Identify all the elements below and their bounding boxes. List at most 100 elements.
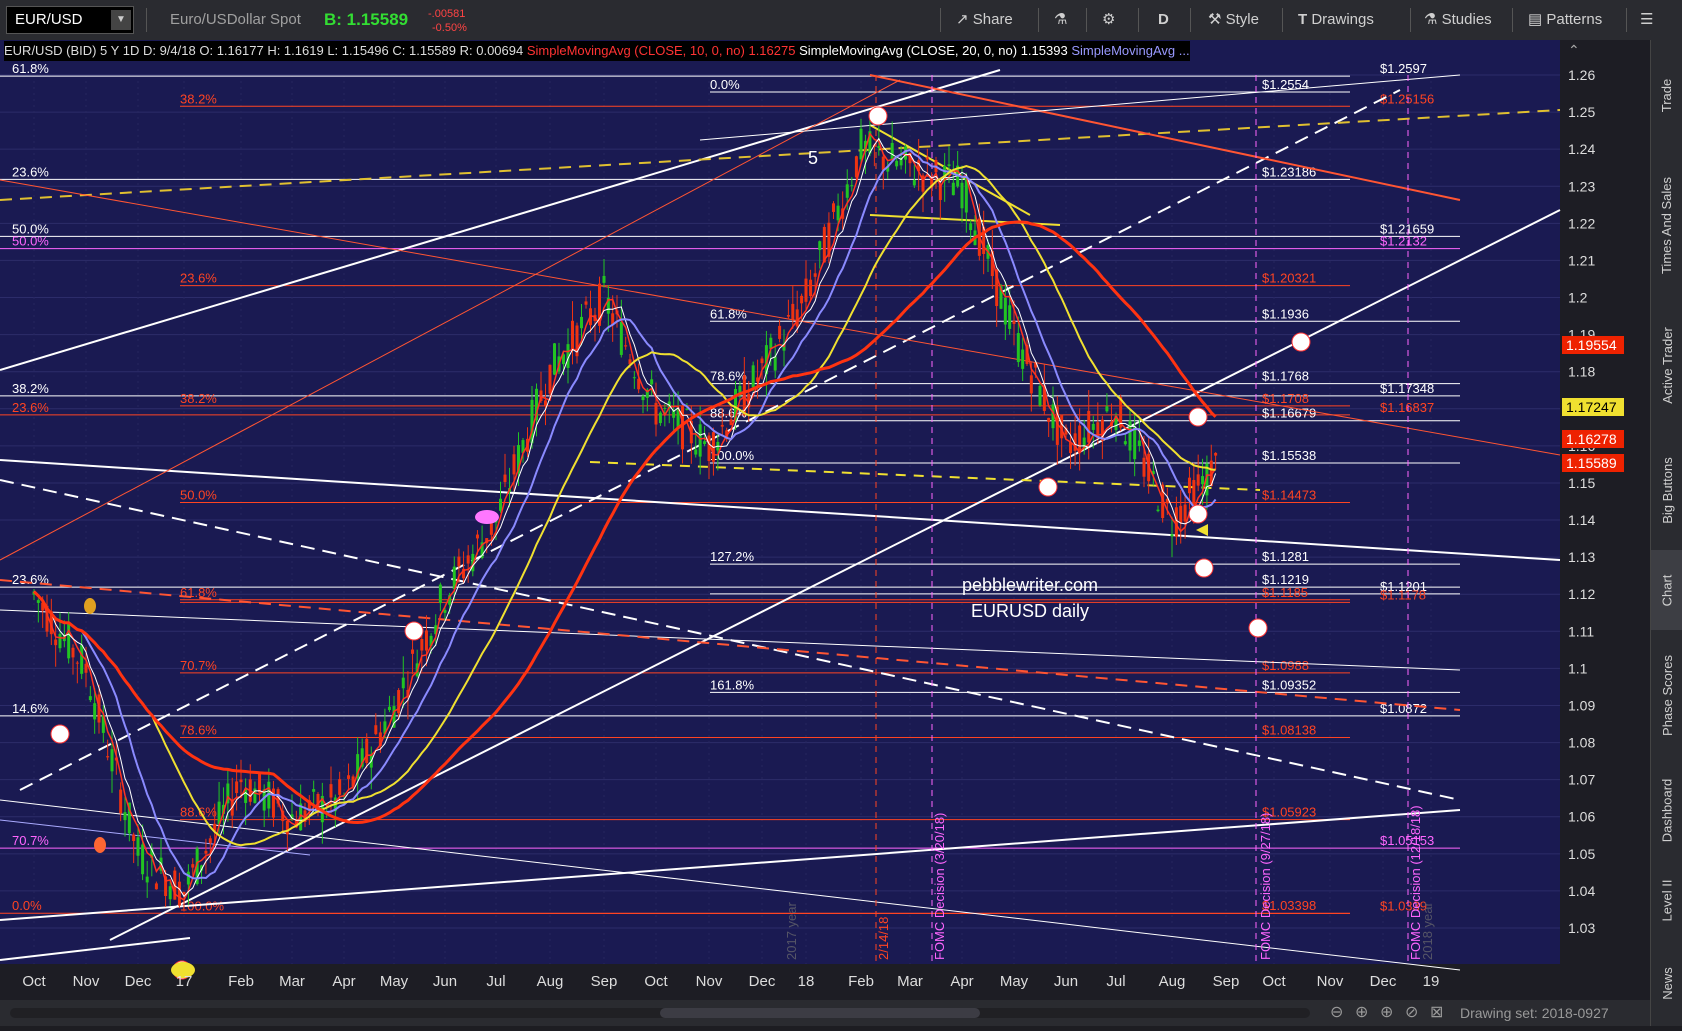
price-tag-label: 1.19554 — [1566, 337, 1617, 353]
share-icon: ↗ — [956, 11, 969, 28]
chart-area[interactable]: 61.8% $1.2597 0.0% $1.2554 38.2% $1.25156 23.6… — [0, 40, 1650, 1026]
candle-body — [387, 706, 391, 711]
pivot-marker — [868, 106, 888, 126]
candle-body — [1105, 406, 1109, 412]
candle-body — [786, 315, 790, 317]
candle-body — [681, 406, 684, 450]
period-button[interactable]: D — [1158, 0, 1169, 40]
tab-active-trader[interactable]: Active Trader — [1651, 300, 1682, 430]
price-tick-label: 1.25 — [1568, 104, 1595, 120]
candle-body — [818, 241, 822, 251]
level-fib-label: 23.6% — [12, 400, 49, 415]
candle-body — [703, 441, 707, 445]
tab-times-and-sales[interactable]: Times And Sales — [1651, 150, 1682, 300]
tab-chart[interactable]: Chart — [1651, 550, 1682, 630]
price-tick-label: 1.09 — [1568, 697, 1595, 713]
candle-body — [654, 402, 658, 425]
drawing-set-label[interactable]: Drawing set: 2018-0927 — [1460, 1005, 1609, 1021]
price-chart[interactable]: 61.8% $1.25970.0% $1.255438.2% $1.2515623.6… — [0, 40, 1650, 1026]
level-fib-label: 61.8% — [180, 585, 217, 600]
price-tick-label: 1.04 — [1568, 883, 1595, 899]
tab-times-and-sales-label: Times And Sales — [1659, 176, 1675, 274]
pivot-marker — [1188, 504, 1208, 524]
candle-body — [1016, 333, 1020, 363]
candle-body — [475, 534, 479, 539]
tab-big-buttons[interactable]: Big Buttons — [1651, 430, 1682, 550]
candle-body — [1156, 509, 1160, 512]
horizontal-scrollbar[interactable] — [10, 1008, 1310, 1018]
level-price-label: $1.16679 — [1262, 406, 1316, 421]
candle-body — [258, 772, 262, 793]
style-label: Style — [1225, 11, 1259, 28]
candle-body — [720, 424, 724, 427]
candle-body — [93, 703, 97, 720]
symbol-selector[interactable]: EUR/USD ▼ — [6, 6, 134, 34]
instrument-info: EUR/USD (BID) 5 Y 1D — [4, 43, 140, 58]
top-toolbar: EUR/USD ▼ Euro/USDollar Spot B: 1.15589 … — [0, 0, 1682, 41]
tab-level-ii[interactable]: Level II — [1651, 860, 1682, 940]
time-tick-label: Mar — [897, 973, 923, 990]
zoom-out-icon[interactable]: ⊖ — [1330, 1002, 1343, 1022]
candle-body — [751, 365, 755, 388]
toolbar-divider — [1138, 8, 1139, 32]
tab-news[interactable]: News — [1651, 940, 1682, 1026]
time-tick-label: Nov — [1317, 973, 1344, 990]
tab-phase-scores[interactable]: Phase Scores — [1651, 630, 1682, 760]
level-fib-label: 161.8% — [710, 677, 755, 692]
time-tick-label: Jun — [1054, 973, 1078, 990]
level-fib-label: 0.0% — [710, 77, 740, 92]
flask-button[interactable]: ⚗ — [1054, 0, 1067, 40]
scrollbar-thumb[interactable] — [660, 1008, 980, 1018]
tab-big-buttons-label: Big Buttons — [1659, 456, 1675, 524]
chevron-down-icon[interactable]: ▼ — [111, 10, 131, 30]
zoom-in-icon[interactable]: ⊕ — [1380, 1002, 1393, 1022]
price-tick-label: 1.05 — [1568, 846, 1595, 862]
candle-body — [71, 647, 75, 658]
candle-body — [947, 164, 951, 167]
patterns-button[interactable]: ▤ Patterns — [1528, 0, 1602, 40]
candle-body — [663, 408, 667, 410]
level-fib-label: 78.6% — [710, 369, 747, 384]
candle-body — [813, 273, 817, 277]
candle-body — [1003, 297, 1007, 325]
level-price-label: $1.20321 — [1262, 271, 1316, 286]
hamburger-icon: ☰ — [1640, 11, 1654, 28]
low-info: L: 1.15496 — [327, 43, 389, 58]
collapse-icon[interactable]: ⌃ — [1568, 42, 1580, 59]
patterns-label: Patterns — [1546, 11, 1603, 28]
candle-body — [619, 321, 623, 355]
level-price-label: $1.25156 — [1380, 91, 1434, 106]
menu-button[interactable]: ☰ — [1640, 0, 1653, 40]
toolbar-divider — [1038, 8, 1039, 32]
reset-zoom-icon[interactable]: ⊘ — [1405, 1002, 1418, 1022]
time-tick-label: Jul — [486, 973, 505, 990]
flask-icon: ⚗ — [1424, 11, 1438, 28]
candle-body — [503, 474, 507, 483]
tab-dashboard[interactable]: Dashboard — [1651, 760, 1682, 860]
crosshair-icon[interactable]: ⊕ — [1355, 1002, 1368, 1022]
time-tick-label: Feb — [228, 973, 254, 990]
candle-body — [347, 775, 351, 779]
pivot-marker — [1291, 332, 1311, 352]
tab-trade[interactable]: Trade — [1651, 40, 1682, 150]
close-icon[interactable]: ⊠ — [1430, 1002, 1443, 1022]
level-price-label: $1.23186 — [1262, 164, 1316, 179]
share-label: Share — [972, 11, 1013, 28]
price-tag-label: 1.15589 — [1566, 455, 1617, 471]
candle-body — [123, 812, 127, 821]
style-button[interactable]: ⚒ Style — [1208, 0, 1259, 40]
style-icon: ⚒ — [1208, 11, 1222, 28]
candle-body — [544, 400, 547, 406]
level-fib-label: 50.0% — [12, 234, 49, 249]
price-tick-label: 1.22 — [1568, 215, 1595, 231]
candle-body — [438, 584, 442, 604]
studies-button[interactable]: ⚗ Studies — [1424, 0, 1492, 40]
settings-button[interactable]: ⚙ — [1102, 0, 1115, 40]
candle-body — [580, 316, 583, 329]
drawings-button[interactable]: T Drawings — [1298, 0, 1374, 40]
candle-body — [571, 320, 574, 350]
share-button[interactable]: ↗ Share — [956, 0, 1013, 40]
price-tick-label: 1.26 — [1568, 67, 1595, 83]
time-tick-label: Oct — [22, 973, 46, 990]
time-tick-label: Dec — [1370, 973, 1397, 990]
